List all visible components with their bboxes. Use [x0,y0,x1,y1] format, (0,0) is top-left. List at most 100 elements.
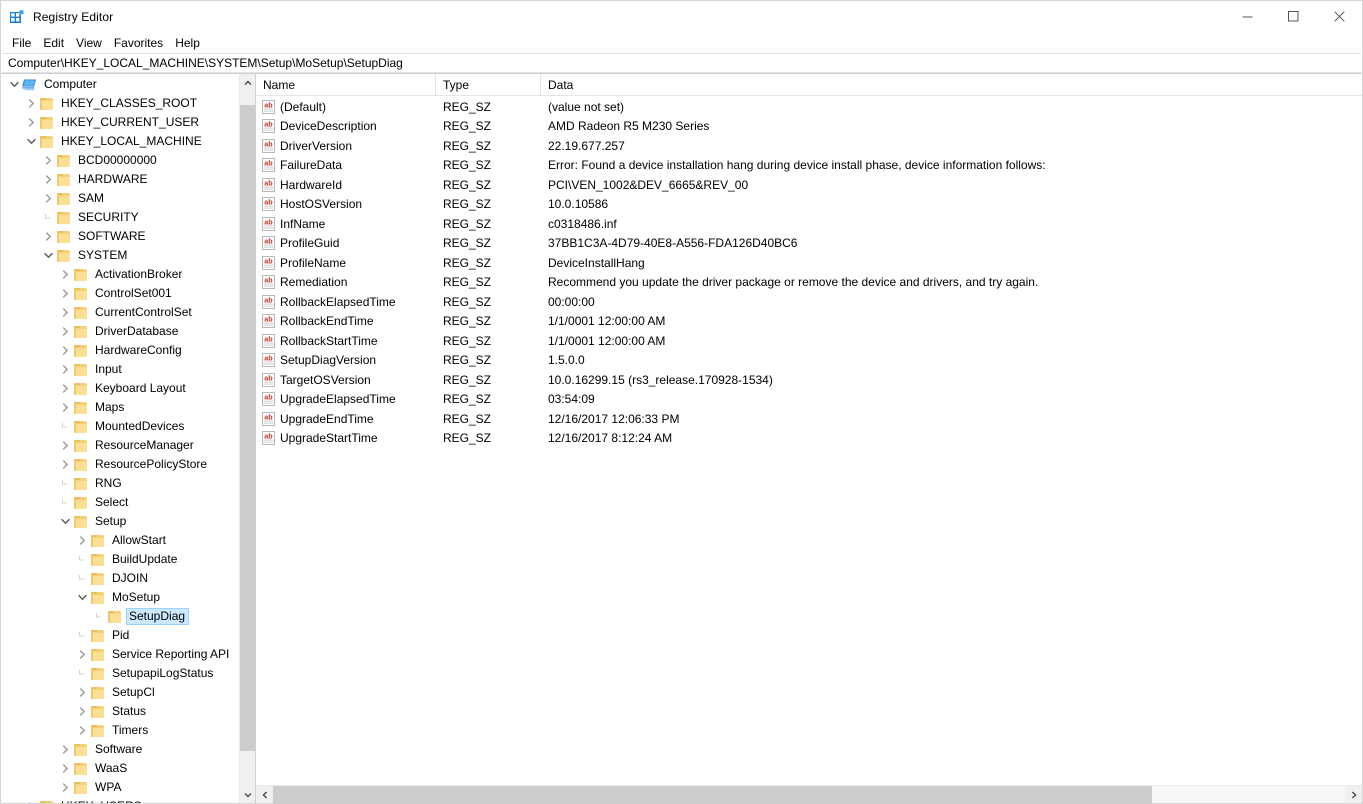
expand-toggle-closed[interactable] [23,797,39,803]
expand-toggle-closed[interactable] [57,398,73,417]
tree-scroll-thumb[interactable] [240,105,256,751]
tree-item-select[interactable]: Select [1,493,239,512]
table-row[interactable]: abTargetOSVersionREG_SZ10.0.16299.15 (rs… [256,370,1362,390]
expand-toggle-closed[interactable] [40,170,56,189]
tree-item-resourcepolicystore[interactable]: ResourcePolicyStore [1,455,239,474]
table-row[interactable]: abUpgradeEndTimeREG_SZ12/16/2017 12:06:3… [256,409,1362,429]
table-row[interactable]: abHostOSVersionREG_SZ10.0.10586 [256,195,1362,215]
tree-item-rng[interactable]: RNG [1,474,239,493]
tree-item-maps[interactable]: Maps [1,398,239,417]
table-row[interactable]: abUpgradeStartTimeREG_SZ12/16/2017 8:12:… [256,429,1362,449]
table-row[interactable]: abFailureDataREG_SZError: Found a device… [256,156,1362,176]
scroll-right-button[interactable] [1345,786,1362,803]
tree-item-hkey-users[interactable]: HKEY_USERS [1,797,239,803]
tree-item-currentcontrolset[interactable]: CurrentControlSet [1,303,239,322]
tree-item-security[interactable]: SECURITY [1,208,239,227]
tree-item-wpa[interactable]: WPA [1,778,239,797]
tree-item-hkey-classes-root[interactable]: HKEY_CLASSES_ROOT [1,94,239,113]
menu-item-edit[interactable]: Edit [37,34,70,52]
tree-item-software[interactable]: SOFTWARE [1,227,239,246]
tree-item-setupapilogstatus[interactable]: SetupapiLogStatus [1,664,239,683]
tree-item-activationbroker[interactable]: ActivationBroker [1,265,239,284]
table-row[interactable]: abHardwareIdREG_SZPCI\VEN_1002&DEV_6665&… [256,175,1362,195]
expand-toggle-closed[interactable] [74,721,90,740]
scroll-down-button[interactable] [240,786,255,803]
tree-item-status[interactable]: Status [1,702,239,721]
tree-item-hardware[interactable]: HARDWARE [1,170,239,189]
tree-scroll-track[interactable] [240,91,255,786]
address-bar[interactable]: Computer\HKEY_LOCAL_MACHINE\SYSTEM\Setup… [2,53,1361,73]
tree-item-controlset001[interactable]: ControlSet001 [1,284,239,303]
list-horizontal-scrollbar[interactable] [256,785,1362,803]
expand-toggle-closed[interactable] [57,759,73,778]
minimize-button[interactable] [1224,1,1270,32]
expand-toggle-closed[interactable] [57,265,73,284]
tree-item-hardwareconfig[interactable]: HardwareConfig [1,341,239,360]
tree-item-bcd00000000[interactable]: BCD00000000 [1,151,239,170]
tree-item-input[interactable]: Input [1,360,239,379]
tree-vertical-scrollbar[interactable] [239,74,255,803]
table-row[interactable]: abDeviceDescriptionREG_SZAMD Radeon R5 M… [256,117,1362,137]
tree-item-djoin[interactable]: DJOIN [1,569,239,588]
tree-item-setup[interactable]: Setup [1,512,239,531]
expand-toggle-closed[interactable] [40,189,56,208]
expand-toggle-closed[interactable] [57,778,73,797]
tree-item-timers[interactable]: Timers [1,721,239,740]
expand-toggle-closed[interactable] [74,645,90,664]
expand-toggle-closed[interactable] [57,303,73,322]
expand-toggle-closed[interactable] [57,740,73,759]
scroll-up-button[interactable] [240,74,255,91]
table-row[interactable]: abRollbackEndTimeREG_SZ1/1/0001 12:00:00… [256,312,1362,332]
expand-toggle-closed[interactable] [57,436,73,455]
tree-item-sam[interactable]: SAM [1,189,239,208]
tree-item-software[interactable]: Software [1,740,239,759]
column-header-name[interactable]: Name [256,74,436,95]
list-scroll-thumb[interactable] [273,786,1152,804]
registry-tree[interactable]: ComputerHKEY_CLASSES_ROOTHKEY_CURRENT_US… [1,74,239,803]
expand-toggle-closed[interactable] [57,455,73,474]
scroll-left-button[interactable] [256,786,273,803]
tree-item-setupdiag[interactable]: SetupDiag [1,607,239,626]
table-row[interactable]: abDriverVersionREG_SZ22.19.677.257 [256,136,1362,156]
expand-toggle-open[interactable] [6,75,22,94]
table-row[interactable]: abRollbackElapsedTimeREG_SZ00:00:00 [256,292,1362,312]
expand-toggle-closed[interactable] [57,322,73,341]
menu-item-file[interactable]: File [6,34,37,52]
table-row[interactable]: abProfileGuidREG_SZ37BB1C3A-4D79-40E8-A5… [256,234,1362,254]
expand-toggle-closed[interactable] [74,702,90,721]
tree-item-buildupdate[interactable]: BuildUpdate [1,550,239,569]
table-row[interactable]: abUpgradeElapsedTimeREG_SZ03:54:09 [256,390,1362,410]
menu-item-favorites[interactable]: Favorites [108,34,169,52]
expand-toggle-open[interactable] [57,512,73,531]
tree-item-resourcemanager[interactable]: ResourceManager [1,436,239,455]
table-row[interactable]: abProfileNameREG_SZDeviceInstallHang [256,253,1362,273]
column-header-data[interactable]: Data [541,74,1362,95]
expand-toggle-closed[interactable] [57,360,73,379]
tree-item-mounteddevices[interactable]: MountedDevices [1,417,239,436]
tree-item-mosetup[interactable]: MoSetup [1,588,239,607]
tree-item-pid[interactable]: Pid [1,626,239,645]
expand-toggle-open[interactable] [23,132,39,151]
table-row[interactable]: abRollbackStartTimeREG_SZ1/1/0001 12:00:… [256,331,1362,351]
table-row[interactable]: abRemediationREG_SZRecommend you update … [256,273,1362,293]
tree-item-system[interactable]: SYSTEM [1,246,239,265]
expand-toggle-closed[interactable] [74,531,90,550]
expand-toggle-closed[interactable] [57,379,73,398]
tree-item-service-reporting-api[interactable]: Service Reporting API [1,645,239,664]
tree-item-keyboard-layout[interactable]: Keyboard Layout [1,379,239,398]
table-row[interactable]: abSetupDiagVersionREG_SZ1.5.0.0 [256,351,1362,371]
expand-toggle-open[interactable] [40,246,56,265]
close-button[interactable] [1316,1,1362,32]
tree-item-hkey-current-user[interactable]: HKEY_CURRENT_USER [1,113,239,132]
tree-item-setupcl[interactable]: SetupCl [1,683,239,702]
expand-toggle-closed[interactable] [74,683,90,702]
tree-item-computer[interactable]: Computer [1,75,239,94]
maximize-button[interactable] [1270,1,1316,32]
expand-toggle-closed[interactable] [57,341,73,360]
expand-toggle-closed[interactable] [40,151,56,170]
menu-item-help[interactable]: Help [169,34,206,52]
expand-toggle-closed[interactable] [23,113,39,132]
expand-toggle-closed[interactable] [23,94,39,113]
expand-toggle-closed[interactable] [40,227,56,246]
menu-item-view[interactable]: View [70,34,108,52]
